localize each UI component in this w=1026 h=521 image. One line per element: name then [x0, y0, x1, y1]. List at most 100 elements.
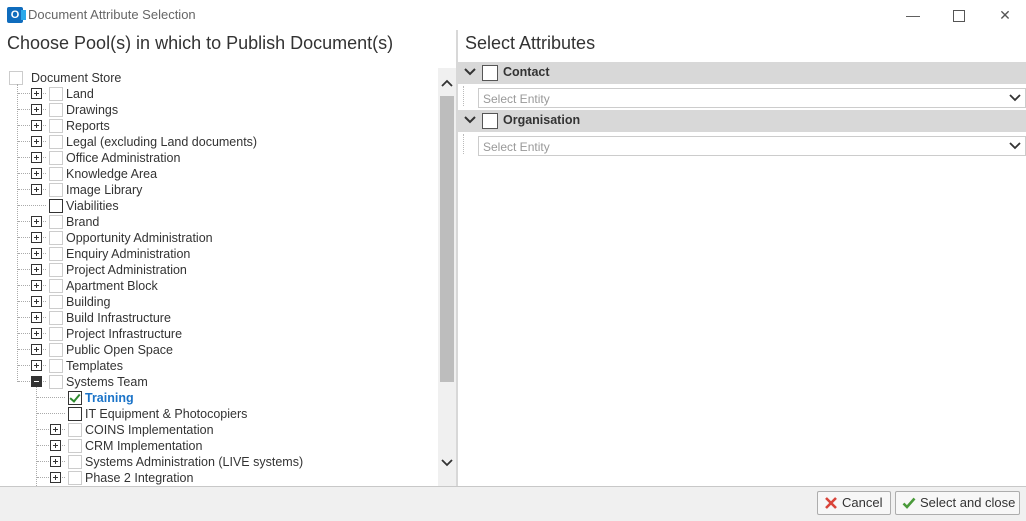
tree-node[interactable]: Reports [0, 118, 430, 134]
tree-node[interactable]: Systems Administration (LIVE systems) [0, 454, 430, 470]
close-button[interactable]: ✕ [982, 0, 1026, 30]
tree-node[interactable]: Project Infrastructure [0, 326, 430, 342]
tree-node[interactable]: Drawings [0, 102, 430, 118]
chevron-down-icon[interactable] [462, 64, 478, 80]
tree-checkbox[interactable] [68, 423, 82, 437]
tree-node-label: Viabilities [66, 199, 119, 213]
plus-box-icon[interactable] [50, 456, 61, 467]
minimize-button[interactable]: — [890, 0, 936, 30]
plus-box-icon[interactable] [50, 424, 61, 435]
plus-box-icon[interactable] [31, 296, 42, 307]
tree-checkbox[interactable] [49, 231, 63, 245]
tree-checkbox[interactable] [49, 279, 63, 293]
tree-checkbox[interactable] [49, 215, 63, 229]
tree-node-label: Phase 2 Integration [85, 471, 194, 485]
tree-node-label: COINS Implementation [85, 423, 214, 437]
chevron-down-icon[interactable] [462, 112, 478, 128]
tree-node[interactable]: Systems Team [0, 374, 430, 390]
select-and-close-button[interactable]: Select and close [895, 491, 1020, 515]
plus-box-icon[interactable] [31, 184, 42, 195]
minus-box-icon[interactable] [31, 376, 42, 387]
tree-node-label: Image Library [66, 183, 143, 197]
tree-checkbox[interactable] [49, 327, 63, 341]
tree-checkbox[interactable] [49, 103, 63, 117]
tree-node[interactable]: Building [0, 294, 430, 310]
plus-box-icon[interactable] [31, 280, 42, 291]
tree-node[interactable]: Public Open Space [0, 342, 430, 358]
tree-node[interactable]: Office Administration [0, 150, 430, 166]
tree-node[interactable]: Enquiry Administration [0, 246, 430, 262]
plus-box-icon[interactable] [31, 104, 42, 115]
plus-box-icon[interactable] [31, 136, 42, 147]
tree-node[interactable]: Training [0, 390, 430, 406]
plus-box-icon[interactable] [31, 328, 42, 339]
tree-checkbox[interactable] [68, 439, 82, 453]
tree-checkbox[interactable] [49, 87, 63, 101]
tree-node[interactable]: Project Administration [0, 262, 430, 278]
tree-node[interactable]: Legal (excluding Land documents) [0, 134, 430, 150]
tree-checkbox[interactable] [49, 359, 63, 373]
tree-node[interactable]: Knowledge Area [0, 166, 430, 182]
plus-box-icon[interactable] [31, 168, 42, 179]
tree-checkbox[interactable] [49, 343, 63, 357]
tree-checkbox[interactable] [49, 167, 63, 181]
plus-box-icon[interactable] [31, 312, 42, 323]
tree-checkbox[interactable] [49, 119, 63, 133]
cancel-button[interactable]: Cancel [817, 491, 891, 515]
plus-box-icon[interactable] [31, 152, 42, 163]
plus-box-icon[interactable] [31, 216, 42, 227]
panel-divider[interactable] [456, 30, 458, 488]
select-entity-dropdown[interactable]: Select Entity [478, 88, 1026, 108]
tree-checkbox[interactable] [49, 375, 63, 389]
attribute-header-organisation[interactable]: Organisation [458, 110, 1026, 132]
tree-node-label: Building [66, 295, 111, 309]
tree-checkbox[interactable] [49, 135, 63, 149]
plus-box-icon[interactable] [31, 232, 42, 243]
tree-checkbox[interactable] [49, 311, 63, 325]
select-entity-dropdown[interactable]: Select Entity [478, 136, 1026, 156]
tree-node[interactable]: Brand [0, 214, 430, 230]
scroll-down-icon[interactable] [438, 454, 456, 472]
attribute-header-contact[interactable]: Contact [458, 62, 1026, 84]
tree-checkbox[interactable] [68, 471, 82, 485]
tree-checkbox[interactable] [49, 151, 63, 165]
tree-root-node[interactable]: Document Store [0, 70, 200, 86]
tree-checkbox[interactable] [49, 295, 63, 309]
tree-scrollbar[interactable] [438, 68, 456, 486]
tree-checkbox[interactable] [68, 455, 82, 469]
plus-box-icon[interactable] [50, 440, 61, 451]
tree-node[interactable]: Viabilities [0, 198, 430, 214]
tree-checkbox[interactable] [9, 71, 23, 85]
tree-node[interactable]: IT Equipment & Photocopiers [0, 406, 430, 422]
maximize-button[interactable] [936, 0, 982, 30]
plus-box-icon[interactable] [31, 344, 42, 355]
scroll-up-icon[interactable] [438, 74, 456, 92]
tree-node[interactable]: Apartment Block [0, 278, 430, 294]
plus-box-icon[interactable] [31, 88, 42, 99]
scrollbar-thumb[interactable] [440, 96, 454, 382]
plus-box-icon[interactable] [31, 360, 42, 371]
tree-node[interactable]: Phase 2 Integration [0, 470, 430, 486]
tree-node[interactable]: Build Infrastructure [0, 310, 430, 326]
tree-checkbox[interactable] [68, 391, 82, 405]
tree-node[interactable]: CRM Implementation [0, 438, 430, 454]
plus-box-icon[interactable] [31, 120, 42, 131]
tree-node-label: Apartment Block [66, 279, 158, 293]
tree-node[interactable]: Opportunity Administration [0, 230, 430, 246]
tree-node[interactable]: Templates [0, 358, 430, 374]
attribute-checkbox[interactable] [482, 113, 498, 129]
tree-checkbox[interactable] [49, 263, 63, 277]
plus-box-icon[interactable] [50, 472, 61, 483]
plus-box-icon[interactable] [31, 264, 42, 275]
tree-checkbox[interactable] [49, 183, 63, 197]
tree-node[interactable]: Image Library [0, 182, 430, 198]
tree-node-label: Project Administration [66, 263, 187, 277]
tree-checkbox[interactable] [49, 247, 63, 261]
tree-node[interactable]: COINS Implementation [0, 422, 430, 438]
plus-box-icon[interactable] [31, 248, 42, 259]
tree-checkbox[interactable] [49, 199, 63, 213]
tree-node[interactable]: Land [0, 86, 430, 102]
tree-checkbox[interactable] [68, 407, 82, 421]
attributes-title: Select Attributes [465, 33, 596, 53]
attribute-checkbox[interactable] [482, 65, 498, 81]
